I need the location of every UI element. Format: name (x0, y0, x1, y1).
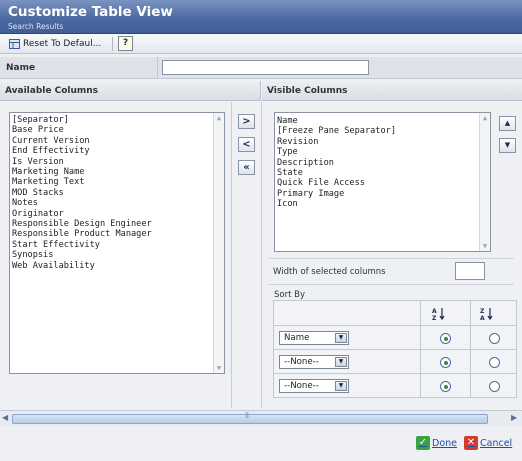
chevron-down-icon[interactable]: ▼ (335, 333, 347, 343)
reset-table-icon (9, 39, 20, 49)
scroll-down-icon[interactable]: ▼ (481, 242, 489, 250)
done-label: Done (432, 437, 457, 449)
sort-field-value: Name (284, 333, 310, 343)
sort-table: AZ ZA Name ▼ --None-- ▼ --None-- ▼ (273, 300, 517, 398)
check-icon: ✓ (416, 436, 430, 450)
cancel-label: Cancel (480, 437, 513, 449)
list-item[interactable]: Synopsis (10, 250, 224, 260)
name-input[interactable] (162, 60, 369, 75)
list-item[interactable]: Notes (10, 198, 224, 208)
sort-ascending-icon: AZ (432, 307, 446, 322)
visible-columns-heading: Visible Columns (262, 81, 522, 101)
list-item[interactable]: Name (275, 116, 490, 126)
sort-field-value: --None-- (284, 381, 319, 391)
horizontal-scrollbar[interactable]: ◀ ||| ▶ (0, 410, 522, 426)
scrollbar-thumb[interactable] (12, 414, 488, 424)
list-item[interactable]: Primary Image (275, 189, 490, 199)
sort-descending-radio-2[interactable] (489, 357, 500, 368)
available-columns-panel: [Separator] Base Price Current Version E… (0, 102, 232, 408)
list-item[interactable]: Originator (10, 209, 224, 219)
scroll-up-icon[interactable]: ▲ (481, 114, 489, 122)
sort-descending-radio-3[interactable] (489, 381, 500, 392)
visible-columns-list[interactable]: Name [Freeze Pane Separator] Revision Ty… (274, 112, 491, 252)
sort-field-select-3[interactable]: --None-- ▼ (279, 379, 349, 393)
scroll-down-icon[interactable]: ▼ (215, 364, 223, 372)
move-buttons-panel: > < « (233, 102, 262, 408)
chevron-down-icon[interactable]: ▼ (335, 381, 347, 391)
cancel-button[interactable]: ✕ Cancel (464, 436, 512, 450)
sort-field-select-2[interactable]: --None-- ▼ (279, 355, 349, 369)
dialog-footer: ✓ Done ✕ Cancel (0, 426, 522, 461)
list-item[interactable]: End Effectivity (10, 146, 224, 156)
sort-row-divider (274, 373, 516, 374)
list-item[interactable]: Type (275, 147, 490, 157)
scroll-right-icon[interactable]: ▶ (511, 413, 517, 422)
name-divider (157, 57, 158, 79)
list-item[interactable]: Current Version (10, 136, 224, 146)
name-label: Name (6, 63, 36, 73)
list-item[interactable]: Responsible Product Manager (10, 229, 224, 239)
visible-list-scrollbar[interactable]: ▲ ▼ (479, 113, 490, 251)
available-columns-heading: Available Columns (0, 81, 261, 101)
toolbar-divider (112, 37, 113, 51)
scrollbar-grip-icon: ||| (245, 412, 249, 419)
list-item[interactable]: Description (275, 158, 490, 168)
sort-ascending-radio-2[interactable] (440, 357, 451, 368)
list-item[interactable]: Base Price (10, 125, 224, 135)
column-width-label: Width of selected columns (273, 267, 386, 277)
list-item[interactable]: Icon (275, 199, 490, 209)
sort-ascending-radio-1[interactable] (440, 333, 451, 344)
column-width-row: Width of selected columns (269, 258, 514, 285)
list-item[interactable]: Responsible Design Engineer (10, 219, 224, 229)
list-item[interactable]: Is Version (10, 157, 224, 167)
dialog-header: Customize Table View Search Results (0, 0, 522, 34)
scroll-left-icon[interactable]: ◀ (2, 413, 8, 422)
list-item[interactable]: Quick File Access (275, 178, 490, 188)
sort-by-label: Sort By (274, 290, 305, 300)
list-item[interactable]: MOD Stacks (10, 188, 224, 198)
sort-ascending-radio-3[interactable] (440, 381, 451, 392)
list-item[interactable]: State (275, 168, 490, 178)
column-width-input[interactable] (455, 262, 485, 280)
list-item[interactable]: [Separator] (10, 115, 224, 125)
remove-all-columns-button[interactable]: « (238, 160, 255, 175)
toolbar: Reset To Defaul... ? (0, 34, 522, 54)
svg-text:A: A (432, 308, 437, 315)
svg-text:Z: Z (432, 315, 437, 321)
sort-descending-icon: ZA (480, 307, 494, 322)
close-icon: ✕ (464, 436, 478, 450)
remove-column-button[interactable]: < (238, 137, 255, 152)
move-up-button[interactable]: ▲ (499, 116, 516, 131)
list-item[interactable]: Start Effectivity (10, 240, 224, 250)
available-columns-list[interactable]: [Separator] Base Price Current Version E… (9, 112, 225, 374)
reset-to-default-button[interactable]: Reset To Defaul... (6, 36, 104, 52)
list-item[interactable]: Web Availability (10, 261, 224, 271)
sort-row-divider (274, 325, 516, 326)
list-item[interactable]: Revision (275, 137, 490, 147)
svg-text:A: A (480, 315, 485, 321)
sort-descending-radio-1[interactable] (489, 333, 500, 344)
dialog-subtitle: Search Results (8, 22, 64, 31)
list-item[interactable]: Marketing Name (10, 167, 224, 177)
done-button[interactable]: ✓ Done (416, 436, 457, 450)
sort-field-select-1[interactable]: Name ▼ (279, 331, 349, 345)
add-column-button[interactable]: > (238, 114, 255, 129)
svg-text:Z: Z (480, 308, 485, 315)
list-item[interactable]: Marketing Text (10, 177, 224, 187)
visible-columns-panel: Name [Freeze Pane Separator] Revision Ty… (263, 102, 522, 408)
dialog-title: Customize Table View (8, 4, 173, 20)
move-down-button[interactable]: ▼ (499, 138, 516, 153)
scroll-up-icon[interactable]: ▲ (215, 114, 223, 122)
help-button[interactable]: ? (118, 36, 133, 51)
sort-row-divider (274, 349, 516, 350)
list-item[interactable]: [Freeze Pane Separator] (275, 126, 490, 136)
sort-field-value: --None-- (284, 357, 319, 367)
reset-button-label: Reset To Defaul... (23, 39, 102, 49)
available-list-scrollbar[interactable]: ▲ ▼ (213, 113, 224, 373)
chevron-down-icon[interactable]: ▼ (335, 357, 347, 367)
name-row: Name (0, 57, 522, 79)
